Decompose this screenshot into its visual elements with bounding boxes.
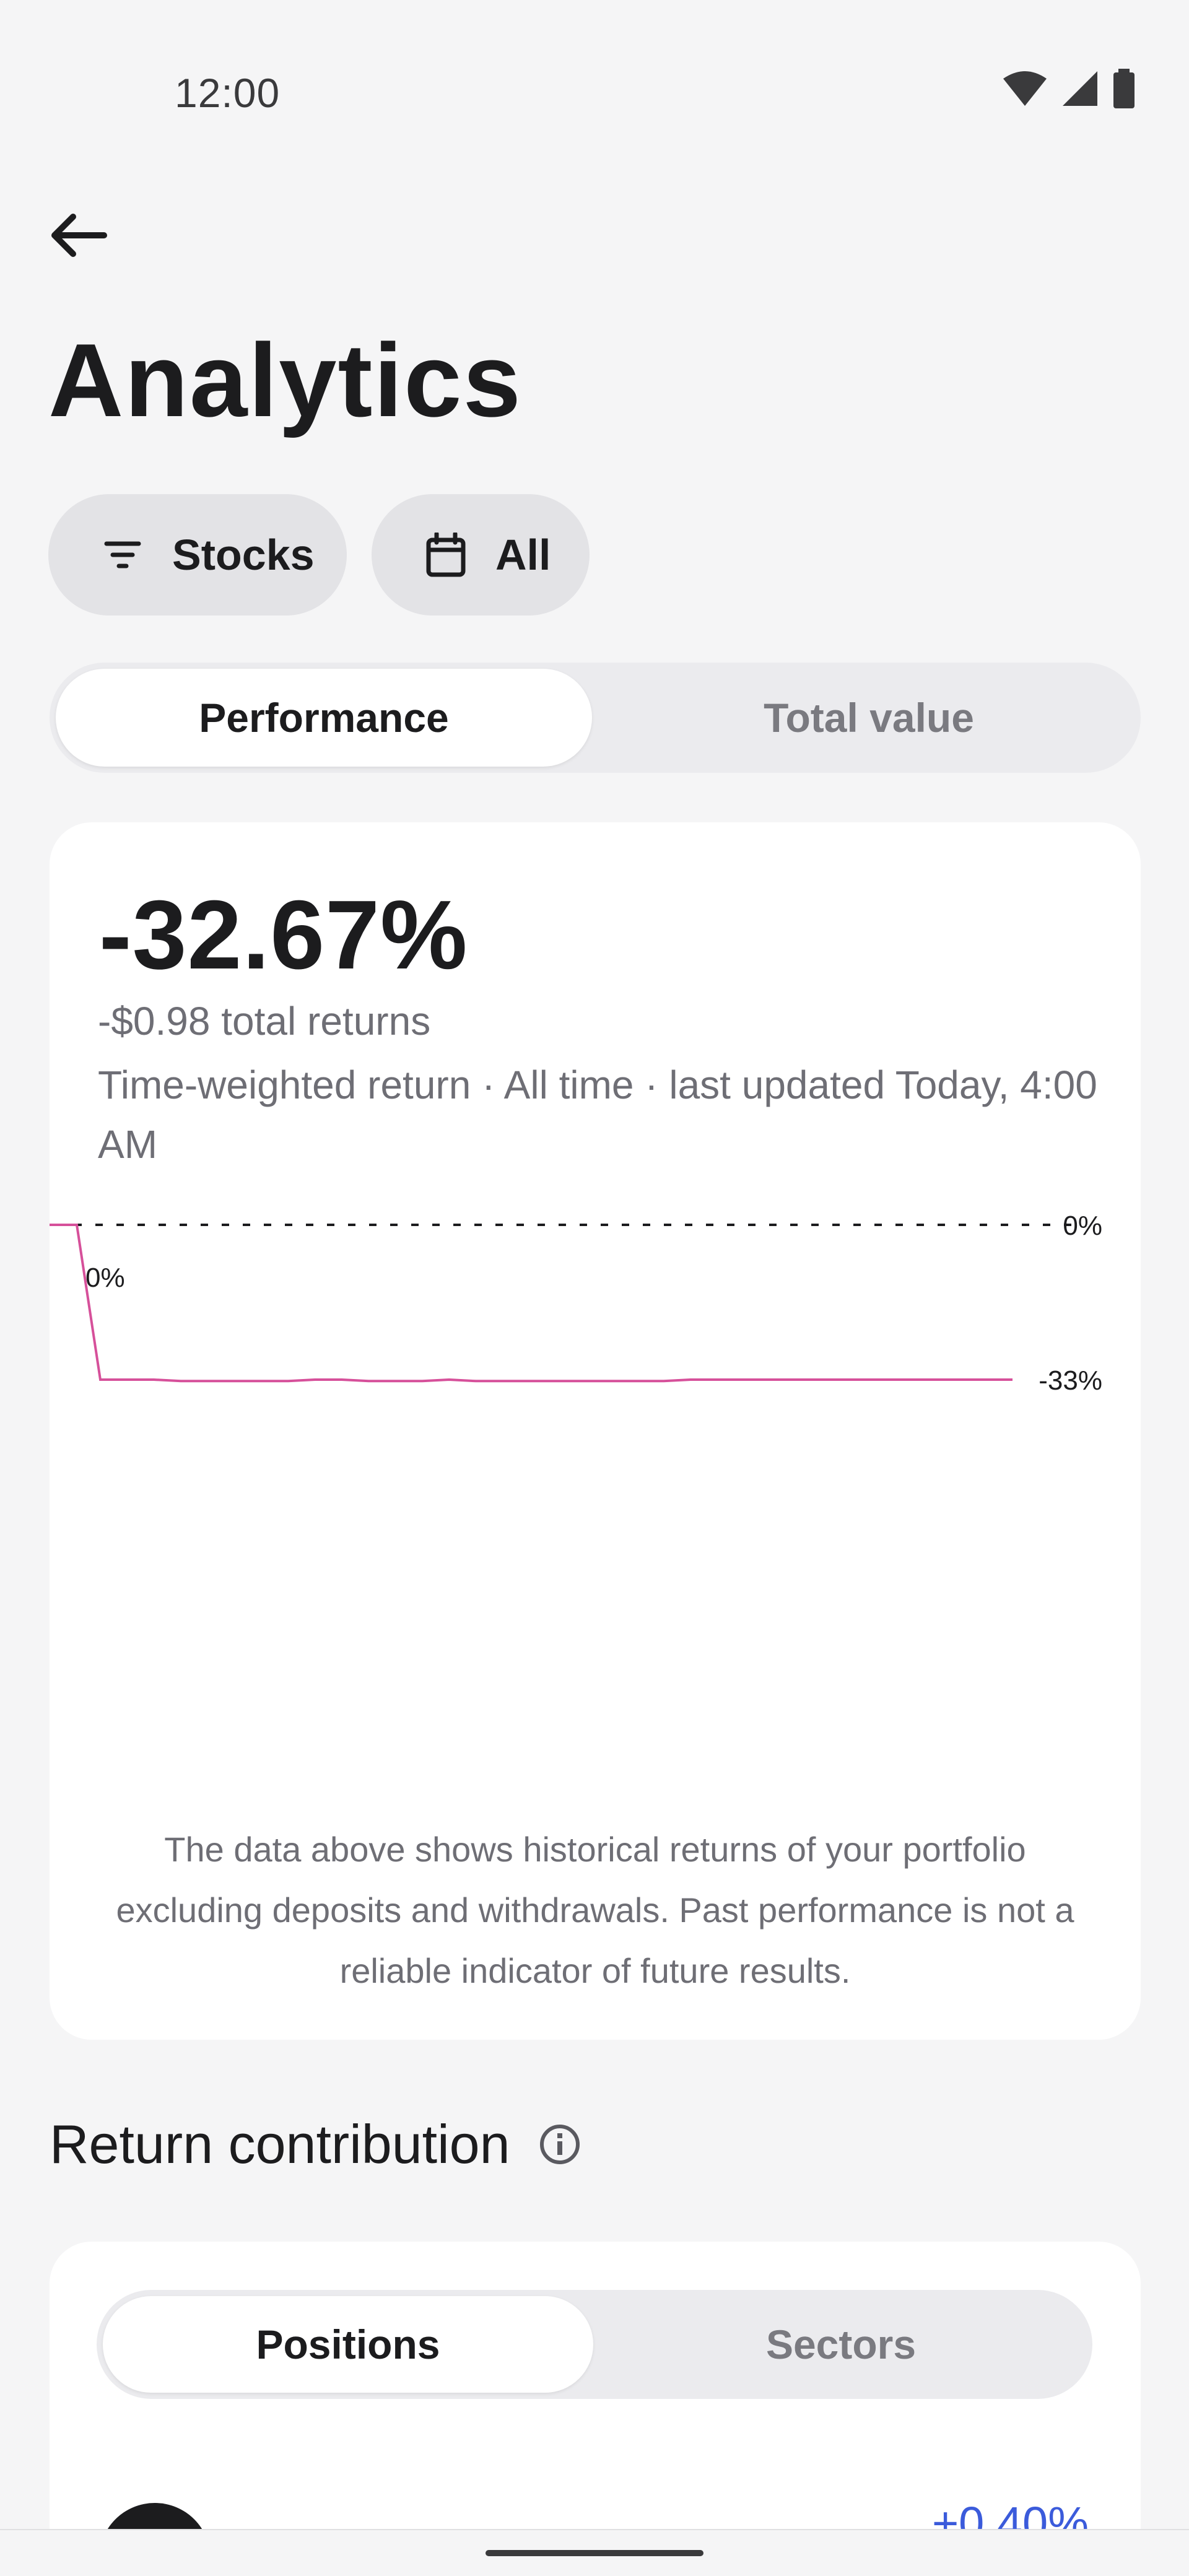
stocks-filter-chip[interactable]: Stocks — [48, 494, 347, 616]
signal-icon — [1061, 70, 1099, 110]
start-value-label: 0% — [85, 1263, 125, 1293]
contribution-toggle: Positions Sectors — [97, 2290, 1092, 2399]
tab-positions[interactable]: Positions — [103, 2296, 593, 2393]
chart-svg: 0% -33% 0% — [50, 1211, 1102, 1396]
status-bar: 12:00 — [0, 0, 1189, 116]
total-returns: -$0.98 total returns — [98, 999, 431, 1043]
performance-value: -32.67% — [99, 881, 468, 990]
analytics-screen: 12:00 Analytics Stocks All Performance T… — [0, 0, 1189, 2576]
home-gesture-handle[interactable] — [486, 2550, 703, 2556]
battery-icon — [1112, 68, 1136, 111]
performance-card: -32.67% -$0.98 total returns Time-weight… — [50, 822, 1141, 2040]
return-contribution-title: Return contribution — [50, 2113, 510, 2175]
return-contribution-card: Positions Sectors +0.40% — [50, 2242, 1141, 2576]
filter-lines-icon — [99, 531, 146, 578]
view-toggle: Performance Total value — [50, 663, 1141, 773]
tab-total-value[interactable]: Total value — [601, 669, 1137, 767]
page-title: Analytics — [48, 322, 522, 438]
tab-performance[interactable]: Performance — [56, 669, 592, 767]
period-chip-label: All — [495, 531, 551, 579]
wifi-icon — [1002, 70, 1048, 110]
tab-sectors[interactable]: Sectors — [596, 2296, 1086, 2393]
axis-label-top: 0% — [1063, 1211, 1102, 1241]
stocks-chip-label: Stocks — [172, 531, 315, 579]
status-icons — [1002, 68, 1136, 111]
performance-meta: Time-weighted return · All time · last u… — [98, 1063, 1097, 1167]
back-button[interactable] — [46, 204, 110, 269]
arrow-left-icon — [48, 212, 108, 262]
axis-label-bottom: -33% — [1039, 1365, 1102, 1396]
series-line — [74, 1224, 1013, 1383]
calendar-icon — [422, 531, 469, 578]
period-filter-chip[interactable]: All — [372, 494, 590, 616]
return-contribution-heading: Return contribution — [50, 2113, 582, 2176]
performance-chart[interactable]: 0% -33% 0% — [50, 1206, 1141, 1411]
info-circle-icon[interactable] — [538, 2122, 582, 2167]
performance-disclaimer: The data above shows historical returns … — [116, 1830, 1074, 1990]
status-time: 12:00 — [175, 70, 281, 116]
